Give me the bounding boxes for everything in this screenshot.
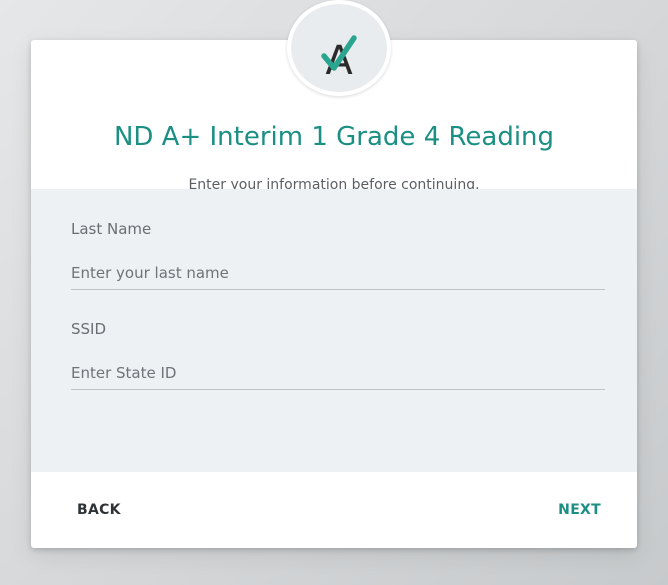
ssid-label: SSID (71, 320, 107, 338)
app-logo-badge: A (287, 0, 391, 96)
next-button[interactable]: NEXT (552, 498, 607, 522)
info-form: Last Name SSID (31, 189, 637, 472)
login-card: ND A+ Interim 1 Grade 4 Reading Enter yo… (31, 40, 637, 548)
back-button[interactable]: BACK (71, 498, 127, 522)
checkmark-a-logo-icon: A (321, 35, 357, 84)
last-name-input[interactable] (71, 256, 605, 290)
ssid-input[interactable] (71, 356, 605, 390)
last-name-label: Last Name (71, 220, 152, 238)
page-title: ND A+ Interim 1 Grade 4 Reading (113, 122, 555, 152)
card-footer: BACK NEXT (31, 472, 637, 548)
